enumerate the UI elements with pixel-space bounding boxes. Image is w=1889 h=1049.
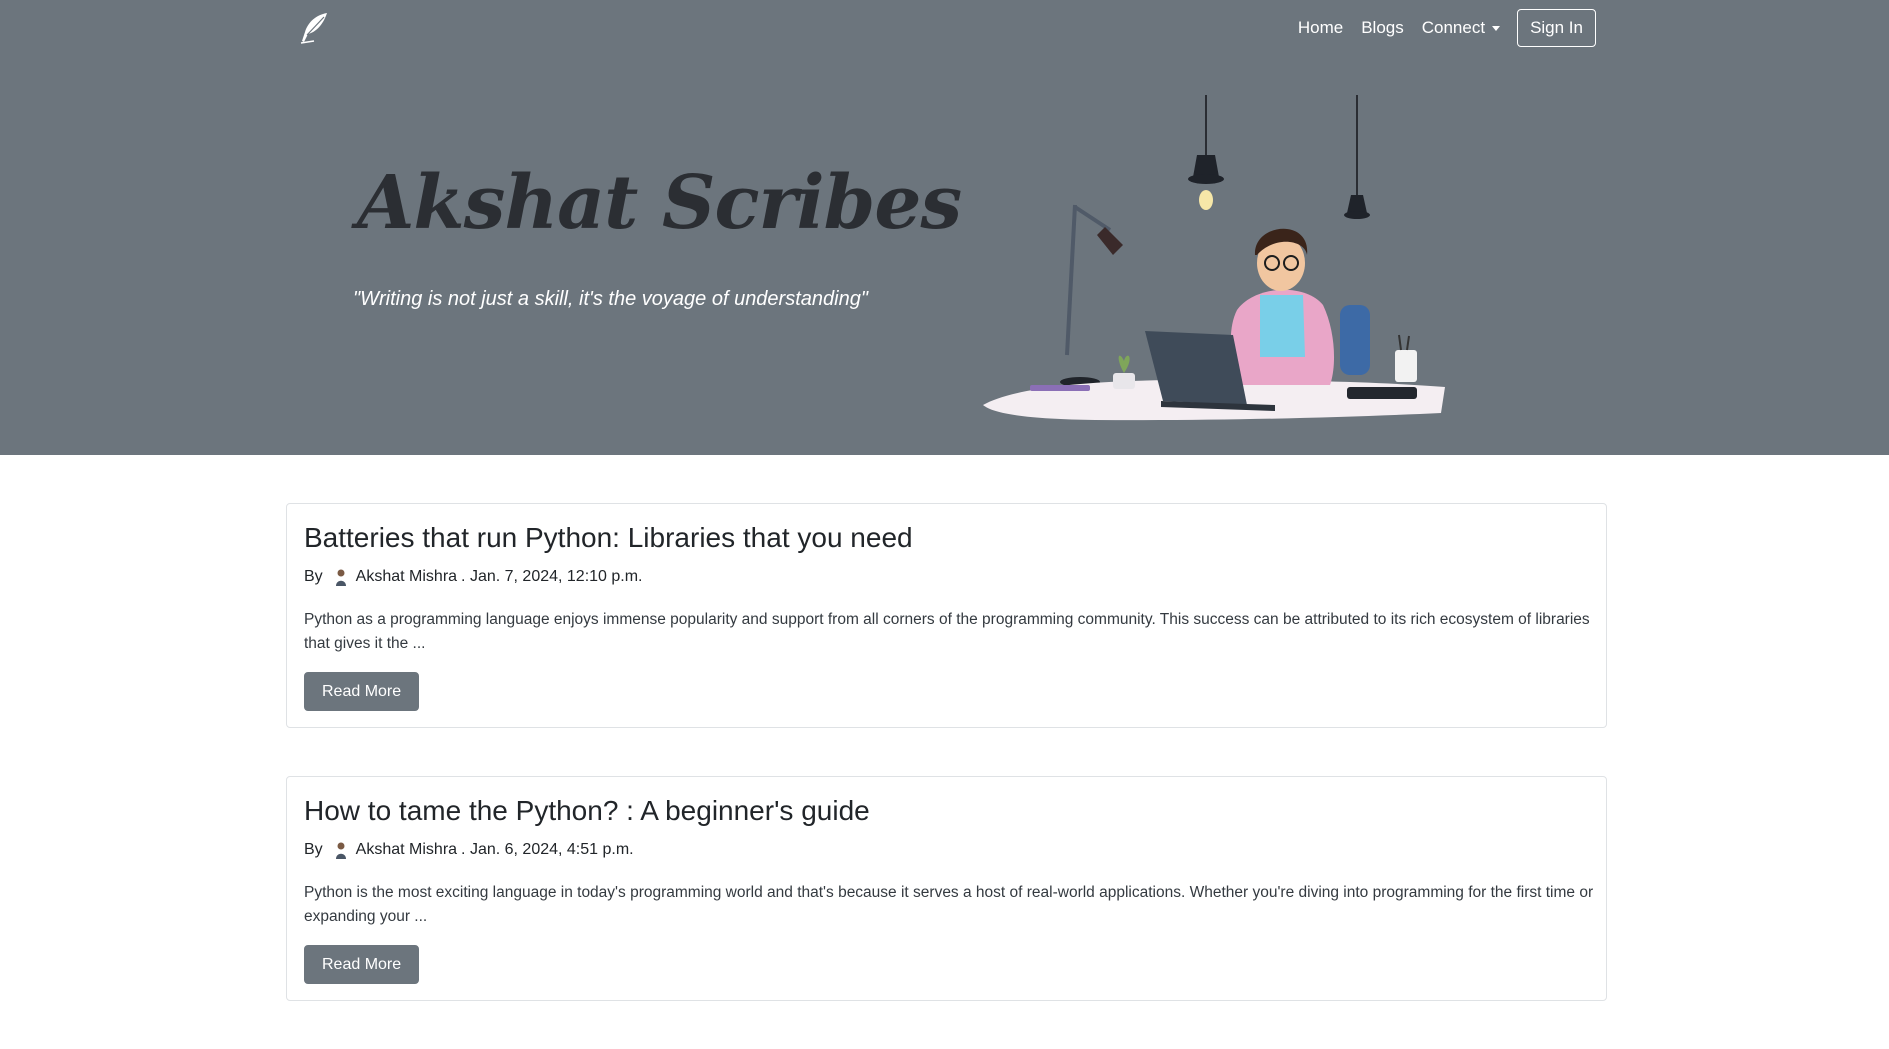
post-date: . Jan. 7, 2024, 12:10 p.m.: [461, 568, 643, 585]
post-meta: By Akshat Mishra . Jan. 7, 2024, 12:10 p…: [304, 566, 1590, 588]
post-card: Batteries that run Python: Libraries tha…: [286, 503, 1607, 728]
hero-section: Home Blogs Connect Sign In Akshat Scribe…: [0, 0, 1889, 455]
nav-blogs-link[interactable]: Blogs: [1352, 18, 1413, 38]
hero-tagline: "Writing is not just a skill, it's the v…: [353, 288, 868, 310]
read-more-button[interactable]: Read More: [304, 672, 420, 711]
post-card: How to tame the Python? : A beginner's g…: [286, 776, 1607, 1001]
posts-list: Batteries that run Python: Libraries tha…: [286, 503, 1607, 1049]
post-title[interactable]: How to tame the Python? : A beginner's g…: [304, 793, 1590, 829]
post-title[interactable]: Batteries that run Python: Libraries tha…: [304, 520, 1590, 556]
post-by-label: By: [304, 841, 323, 858]
post-date: . Jan. 6, 2024, 4:51 p.m.: [461, 841, 634, 858]
sign-in-button[interactable]: Sign In: [1517, 9, 1596, 47]
author-avatar-icon: [333, 841, 349, 859]
hero-title: Akshat Scribes: [357, 160, 962, 246]
read-more-button[interactable]: Read More: [304, 945, 420, 984]
post-author: Akshat Mishra: [355, 568, 458, 585]
caret-down-icon: [1492, 25, 1501, 31]
nav-connect-dropdown[interactable]: Connect: [1413, 18, 1509, 38]
post-excerpt: Python as a programming language enjoys …: [304, 611, 1590, 652]
person-at-desk-illustration: [975, 95, 1455, 425]
nav-home-link[interactable]: Home: [1289, 18, 1352, 38]
nav-links: Home Blogs Connect Sign In: [1289, 9, 1596, 47]
post-author: Akshat Mishra: [355, 841, 458, 858]
navbar: Home Blogs Connect Sign In: [0, 0, 1889, 56]
post-by-label: By: [304, 568, 323, 585]
author-avatar-icon: [333, 568, 349, 586]
post-excerpt: Python is the most exciting language in …: [304, 884, 1594, 925]
nav-connect-label: Connect: [1421, 18, 1486, 37]
post-meta: By Akshat Mishra . Jan. 6, 2024, 4:51 p.…: [304, 839, 1590, 861]
quill-feather-icon[interactable]: [296, 10, 332, 46]
